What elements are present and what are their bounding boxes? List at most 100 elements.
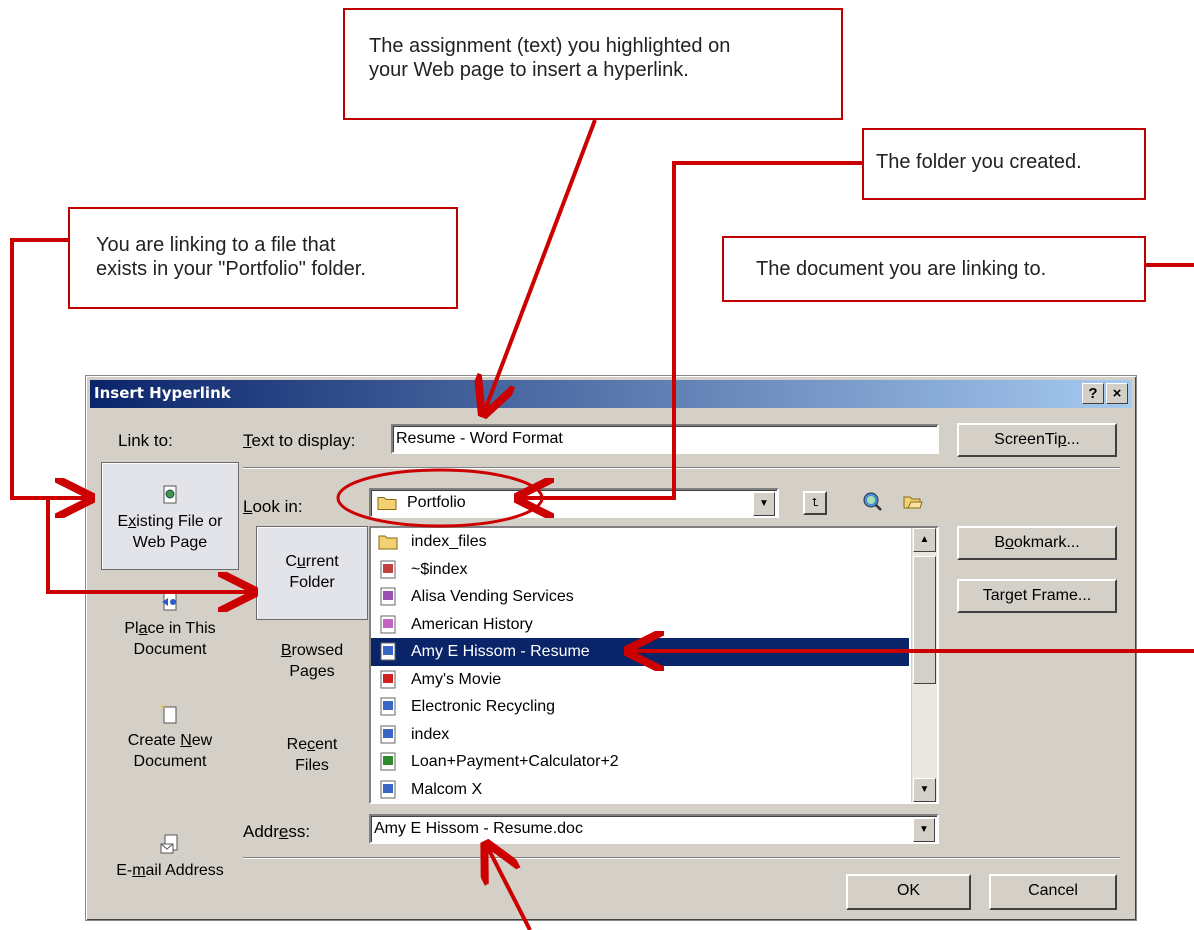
ok-button[interactable]: OK	[846, 874, 971, 910]
file-name: Electronic Recycling	[411, 698, 556, 715]
file-list[interactable]: index_files ~$index Alisa Vending Services…	[369, 526, 939, 804]
folder-icon	[378, 535, 398, 550]
nav-email-address[interactable]: E-mail Address	[101, 832, 239, 896]
target-key: g	[1004, 587, 1014, 604]
existing-file-icon	[163, 485, 177, 504]
nav-create-key: N	[180, 732, 192, 749]
up-one-folder-button[interactable]: ⮤	[803, 491, 827, 515]
file-row[interactable]: ~$index	[371, 556, 909, 584]
nav-email-a: E-	[116, 862, 133, 879]
nav-create-new-document[interactable]: Create New Document	[101, 702, 239, 792]
close-button[interactable]: ×	[1106, 383, 1128, 404]
nav-place-in-document[interactable]: Place in This Document	[101, 590, 239, 680]
nav-existing-file[interactable]: Existing File or Web Page	[101, 462, 239, 570]
look-in-dropdown-button[interactable]: ▼	[753, 492, 775, 516]
look-in-label-rest: ook in:	[252, 497, 303, 516]
browse-file-button[interactable]	[901, 489, 925, 513]
target-frame-button[interactable]: Target Frame...	[957, 579, 1117, 613]
file-name: Amy's Movie	[411, 670, 502, 688]
word-doc-icon	[380, 780, 396, 798]
scroll-up-button[interactable]: ▲	[913, 528, 936, 552]
address-dropdown-button[interactable]: ▼	[913, 818, 935, 842]
address-b: ss:	[288, 822, 311, 841]
address-label: Address:	[243, 822, 310, 842]
address-value: Amy E Hissom - Resume.doc	[374, 820, 583, 837]
link-to-label: Link to:	[118, 431, 173, 450]
insert-hyperlink-dialog: Insert Hyperlink ? × Link to: Text to di…	[85, 375, 1137, 921]
globe-search-icon	[863, 492, 882, 511]
file-row[interactable]: Amy E Hissom - Resume	[371, 638, 909, 666]
nav-create-b: ew	[191, 732, 213, 749]
sub-nav-current-folder[interactable]: Current Folder	[256, 526, 368, 620]
file-row[interactable]: Malcom X	[371, 776, 909, 803]
search-web-button[interactable]	[860, 489, 884, 513]
address-input[interactable]: Amy E Hissom - Resume.doc ▼	[369, 814, 939, 844]
movie-icon	[380, 670, 396, 688]
file-row[interactable]: American History	[371, 611, 909, 639]
web-page-icon	[380, 697, 396, 716]
callout-assignment: The assignment (text) you highlighted on…	[343, 8, 843, 120]
browsed-a: rowsed	[291, 642, 344, 659]
word-doc-icon	[380, 725, 396, 743]
scroll-down-button[interactable]: ▼	[913, 778, 936, 802]
bookmark-b: okmark...	[1013, 534, 1080, 551]
sub-nav-recent-files[interactable]: Recent Files	[256, 734, 368, 794]
file-list-scrollbar[interactable]: ▲ ▼	[911, 528, 937, 802]
nav-existing-b: isting File or	[136, 513, 223, 530]
nav-existing-c: Web Page	[132, 534, 208, 551]
nav-place-c: Document	[133, 641, 207, 658]
recent-b: ent	[315, 736, 338, 753]
file-name: index	[411, 725, 450, 743]
nav-existing-key: x	[128, 513, 137, 530]
file-row[interactable]: index	[371, 721, 909, 749]
file-name: Amy E Hissom - Resume	[411, 643, 590, 660]
file-row[interactable]: Alisa Vending Services	[371, 583, 909, 611]
file-name: index_files	[411, 533, 487, 550]
place-in-document-icon	[162, 592, 177, 611]
publisher-file-icon	[380, 587, 396, 606]
create-new-document-icon	[161, 704, 177, 724]
dialog-title: Insert Hyperlink	[94, 384, 231, 402]
nav-existing-a: E	[117, 513, 129, 530]
dialog-titlebar: Insert Hyperlink ? ×	[90, 380, 1132, 408]
nav-place-a: Pl	[124, 620, 139, 637]
bookmark-a: B	[994, 534, 1005, 551]
folder-icon	[377, 497, 397, 510]
current-key: u	[296, 553, 306, 570]
file-name: American History	[411, 615, 533, 633]
file-name: Alisa Vending Services	[411, 588, 574, 605]
screentip-button[interactable]: ScreenTip...	[957, 423, 1117, 457]
bookmark-key: o	[1004, 534, 1014, 551]
file-row[interactable]: Electronic Recycling	[371, 693, 909, 721]
screentip-label-a: ScreenTi	[994, 431, 1058, 448]
recent-a: Re	[286, 736, 308, 753]
file-name: Loan+Payment+Calculator+2	[411, 753, 619, 770]
file-row[interactable]: index_files	[371, 528, 909, 556]
file-row[interactable]: Loan+Payment+Calculator+2	[371, 748, 909, 776]
callout-linking-file: You are linking to a file that exists in…	[68, 207, 458, 309]
text-to-display-label-rest: ext to display:	[251, 431, 356, 450]
sub-nav-browsed-pages[interactable]: Browsed Pages	[256, 640, 368, 700]
look-in-label: Look in:	[243, 497, 303, 517]
address-a: Addr	[243, 822, 279, 841]
address-key: e	[278, 822, 289, 841]
cancel-button[interactable]: Cancel	[989, 874, 1117, 910]
help-button[interactable]: ?	[1082, 383, 1104, 404]
text-to-display-input[interactable]: Resume - Word Format	[391, 424, 939, 454]
nav-email-key: m	[132, 862, 146, 879]
screentip-label-b: ...	[1066, 431, 1080, 448]
bookmark-button[interactable]: Bookmark...	[957, 526, 1117, 560]
look-in-value: Portfolio	[407, 494, 466, 511]
generic-file-icon	[380, 560, 396, 578]
file-row[interactable]: Amy's Movie	[371, 666, 909, 694]
look-in-select[interactable]: Portfolio ▼	[369, 488, 779, 518]
current-c: Folder	[289, 574, 335, 591]
recent-key: c	[307, 736, 316, 753]
email-address-icon	[160, 834, 178, 854]
scroll-thumb[interactable]	[913, 556, 936, 684]
callout-document-linking: The document you are linking to.	[722, 236, 1146, 302]
open-folder-icon	[903, 496, 923, 509]
file-name: ~$index	[411, 560, 468, 578]
current-b: rrent	[305, 553, 339, 570]
separator-top	[243, 467, 1120, 469]
